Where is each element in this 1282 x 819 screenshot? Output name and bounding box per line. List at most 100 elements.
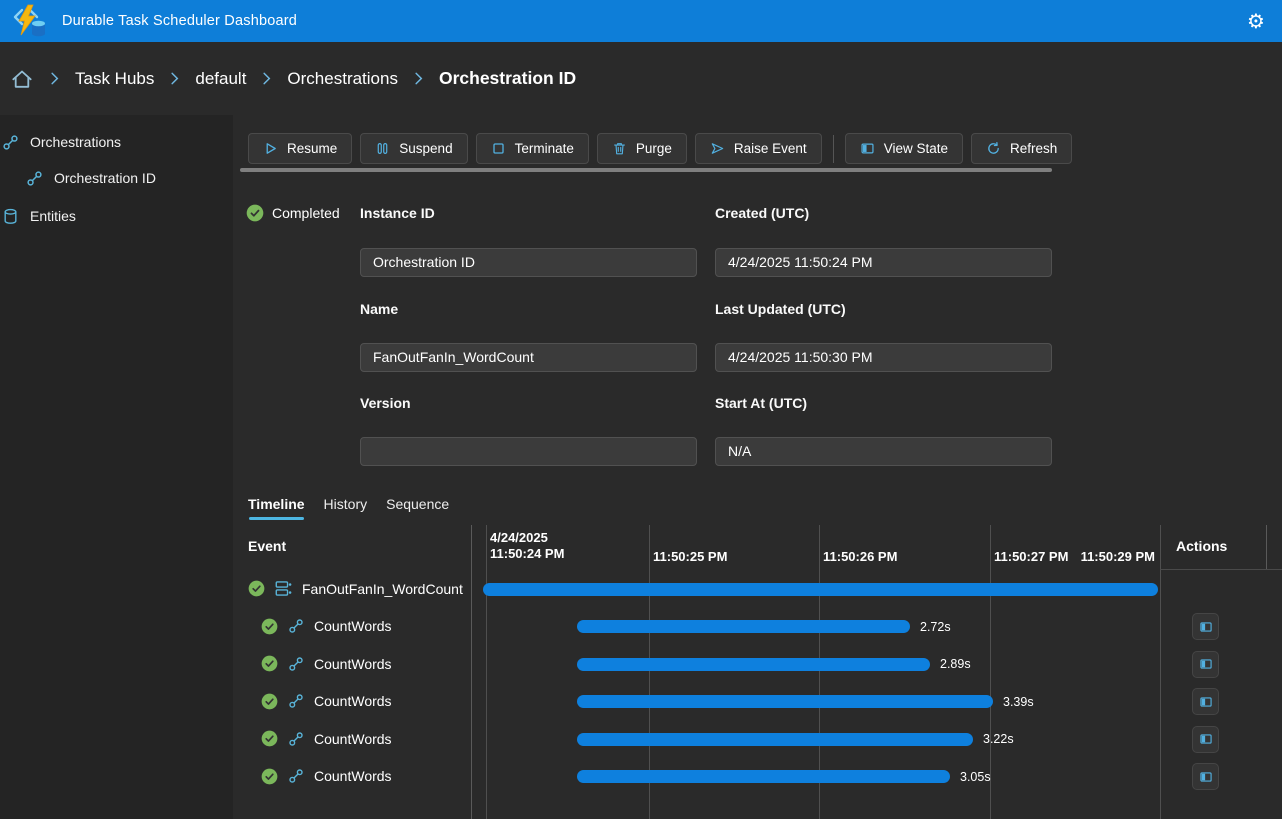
timeline-bars: 2.72s 2.89s 3.39s 3.22s 3.05s bbox=[471, 570, 1160, 819]
tab-history[interactable]: History bbox=[324, 496, 368, 518]
tab-timeline[interactable]: Timeline bbox=[248, 496, 305, 518]
name-label: Name bbox=[360, 301, 697, 317]
split-view-icon bbox=[1199, 657, 1213, 671]
created-field[interactable]: 4/24/2025 11:50:24 PM bbox=[715, 248, 1052, 277]
breadcrumb-current: Orchestration ID bbox=[439, 68, 576, 89]
completed-check-icon bbox=[261, 618, 278, 635]
instance-id-field[interactable]: Orchestration ID bbox=[360, 248, 697, 277]
view-state-action-button[interactable] bbox=[1192, 688, 1219, 715]
breadcrumb: Task Hubs default Orchestrations Orchest… bbox=[0, 42, 1282, 115]
activity-link-icon bbox=[288, 768, 304, 784]
last-updated-field[interactable]: 4/24/2025 11:50:30 PM bbox=[715, 343, 1052, 372]
view-state-action-button[interactable] bbox=[1192, 763, 1219, 790]
timeline-table: Event 4/24/202511:50:24 PM11:50:25 PM11:… bbox=[233, 525, 1282, 819]
split-view-icon bbox=[1199, 620, 1213, 634]
app-window: Durable Task Scheduler Dashboard ⚙ Task … bbox=[0, 0, 1282, 819]
link-icon bbox=[26, 170, 43, 187]
duration-label: 3.39s bbox=[1003, 694, 1034, 710]
timeline-row-activity: CountWords bbox=[248, 645, 471, 683]
activity-link-icon bbox=[288, 693, 304, 709]
timeline-bar bbox=[483, 583, 1158, 596]
duration-label: 3.22s bbox=[983, 731, 1014, 747]
sidebar: Orchestrations Orchestration ID Entities bbox=[0, 115, 233, 819]
start-at-label: Start At (UTC) bbox=[715, 395, 1052, 411]
event-name: CountWords bbox=[314, 693, 392, 709]
view-state-action-button[interactable] bbox=[1192, 726, 1219, 753]
toolbar: Resume Suspend Terminate Purge Raise Eve… bbox=[248, 133, 1072, 164]
timeline-row-activity: CountWords bbox=[248, 608, 471, 646]
orchestration-icon bbox=[275, 580, 292, 597]
time-tick-label: 11:50:26 PM bbox=[823, 549, 897, 564]
completed-check-icon bbox=[261, 655, 278, 672]
last-updated-label: Last Updated (UTC) bbox=[715, 301, 1052, 317]
event-name: CountWords bbox=[314, 731, 392, 747]
tab-bar: Timeline History Sequence bbox=[248, 496, 449, 518]
timeline-bar bbox=[577, 658, 930, 671]
timeline-bar bbox=[577, 733, 973, 746]
completed-check-icon bbox=[248, 580, 265, 597]
name-field[interactable]: FanOutFanIn_WordCount bbox=[360, 343, 697, 372]
sidebar-item-orchestration-id[interactable]: Orchestration ID bbox=[26, 168, 156, 188]
timeline-bar bbox=[577, 620, 910, 633]
breadcrumb-orchestrations[interactable]: Orchestrations bbox=[287, 69, 398, 89]
instance-id-label: Instance ID bbox=[360, 205, 697, 221]
timeline-body: FanOutFanIn_WordCount CountWords CountWo… bbox=[233, 570, 1282, 819]
refresh-button[interactable]: Refresh bbox=[971, 133, 1072, 164]
timeline-bar bbox=[577, 770, 950, 783]
version-field[interactable] bbox=[360, 437, 697, 466]
time-tick-label: 11:50:25 PM bbox=[653, 549, 727, 564]
duration-label: 3.05s bbox=[960, 769, 991, 785]
split-view-icon bbox=[1199, 770, 1213, 784]
tab-sequence[interactable]: Sequence bbox=[386, 496, 449, 518]
main-content: Resume Suspend Terminate Purge Raise Eve… bbox=[233, 115, 1282, 819]
start-at-field[interactable]: N/A bbox=[715, 437, 1052, 466]
timeline-header: Event 4/24/202511:50:24 PM11:50:25 PM11:… bbox=[233, 525, 1282, 570]
purge-button[interactable]: Purge bbox=[597, 133, 687, 164]
resume-button[interactable]: Resume bbox=[248, 133, 352, 164]
actions-column-header: Actions bbox=[1176, 538, 1227, 554]
event-column-header: Event bbox=[248, 538, 286, 554]
raise-event-button[interactable]: Raise Event bbox=[695, 133, 822, 164]
chevron-right-icon bbox=[47, 71, 62, 86]
timeline-row-activity: CountWords bbox=[248, 758, 471, 796]
event-name: FanOutFanIn_WordCount bbox=[302, 581, 463, 597]
actions-column bbox=[1160, 570, 1266, 819]
chevron-right-icon bbox=[411, 71, 426, 86]
activity-link-icon bbox=[288, 731, 304, 747]
breadcrumb-default[interactable]: default bbox=[195, 69, 246, 89]
view-state-button[interactable]: View State bbox=[845, 133, 963, 164]
version-label: Version bbox=[360, 395, 697, 411]
sidebar-item-orchestrations[interactable]: Orchestrations bbox=[2, 132, 121, 152]
duration-label: 2.89s bbox=[940, 656, 971, 672]
refresh-icon bbox=[986, 141, 1001, 156]
duration-label: 2.72s bbox=[920, 619, 951, 635]
play-icon bbox=[263, 141, 278, 156]
breadcrumb-task-hubs[interactable]: Task Hubs bbox=[75, 69, 154, 89]
send-icon bbox=[710, 141, 725, 156]
sidebar-item-label: Entities bbox=[30, 208, 76, 224]
settings-gear-icon[interactable]: ⚙ bbox=[1244, 9, 1268, 33]
split-view-icon bbox=[1199, 695, 1213, 709]
chevron-right-icon bbox=[259, 71, 274, 86]
app-logo-icon bbox=[10, 3, 48, 39]
activity-link-icon bbox=[288, 618, 304, 634]
toolbar-scrollbar[interactable] bbox=[240, 168, 1052, 172]
time-tick-label: 11:50:29 PM bbox=[1081, 549, 1155, 564]
status-label: Completed bbox=[272, 205, 340, 221]
view-state-action-button[interactable] bbox=[1192, 651, 1219, 678]
toolbar-separator bbox=[833, 135, 834, 163]
timeline-row-activity: CountWords bbox=[248, 720, 471, 758]
suspend-button[interactable]: Suspend bbox=[360, 133, 467, 164]
event-name: CountWords bbox=[314, 618, 392, 634]
stop-icon bbox=[491, 141, 506, 156]
status-badge: Completed bbox=[246, 204, 340, 222]
view-state-action-button[interactable] bbox=[1192, 613, 1219, 640]
terminate-button[interactable]: Terminate bbox=[476, 133, 589, 164]
sidebar-item-label: Orchestration ID bbox=[54, 170, 156, 186]
pause-icon bbox=[375, 141, 390, 156]
time-tick-label: 11:50:27 PM bbox=[994, 549, 1068, 564]
home-icon[interactable] bbox=[10, 67, 34, 91]
sidebar-item-entities[interactable]: Entities bbox=[2, 206, 76, 226]
timeline-bar bbox=[577, 695, 993, 708]
time-axis: 4/24/202511:50:24 PM11:50:25 PM11:50:26 … bbox=[471, 525, 1160, 570]
